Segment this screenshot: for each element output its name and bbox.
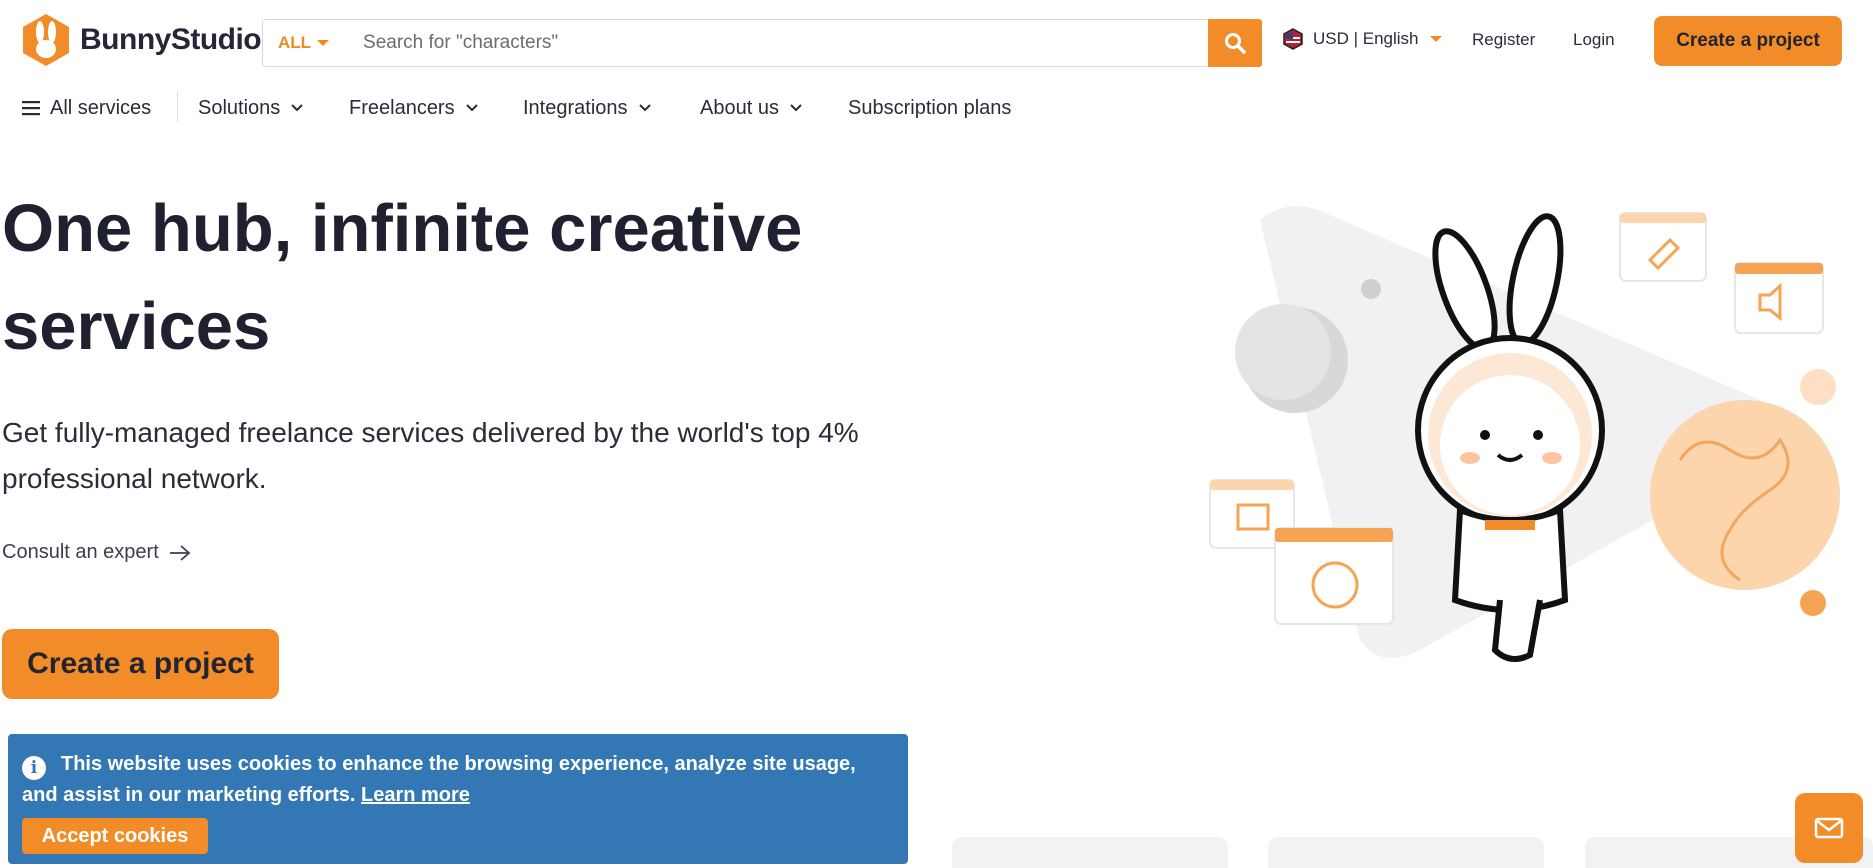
logo-text: BunnyStudio (80, 23, 262, 56)
consult-expert-label: Consult an expert (2, 541, 159, 563)
speaker-card (1734, 262, 1824, 334)
integrations-label: Integrations (523, 96, 628, 119)
learn-more-link[interactable]: Learn more (361, 784, 470, 806)
mail-icon (1814, 817, 1844, 839)
subscription-plans-link[interactable]: Subscription plans (848, 88, 1011, 128)
nav-divider (177, 92, 178, 122)
hero-title: One hub, infinite creative services (2, 191, 803, 364)
pen-card (1619, 212, 1707, 282)
subscription-plans-label: Subscription plans (848, 96, 1012, 119)
freelancers-label: Freelancers (349, 96, 455, 119)
register-link[interactable]: Register (1472, 30, 1535, 50)
search-scope-dropdown[interactable]: ALL (263, 20, 343, 66)
search-bar: ALL (262, 19, 1262, 67)
create-project-button-header[interactable]: Create a project (1654, 16, 1842, 66)
hamburger-icon (22, 101, 40, 116)
hero-illustration-astronaut-bunny (1209, 206, 1840, 662)
cookie-message: i This website uses cookies to enhance th… (22, 749, 894, 811)
all-services-label: All services (50, 96, 152, 119)
create-project-button-hero[interactable]: Create a project (2, 629, 279, 699)
site-header: BunnyStudio ALL USD | English Register L… (0, 0, 1873, 82)
palette-card (1274, 527, 1394, 625)
service-card[interactable] (952, 837, 1228, 868)
login-link[interactable]: Login (1573, 30, 1615, 50)
integrations-menu[interactable]: Integrations (523, 88, 652, 128)
caret-down-icon (1429, 36, 1442, 42)
contact-button[interactable] (1795, 793, 1863, 863)
chevron-down-icon (465, 104, 478, 112)
solutions-label: Solutions (198, 96, 281, 119)
search-button[interactable] (1208, 19, 1262, 67)
logo[interactable]: BunnyStudio (20, 12, 262, 68)
all-services-menu[interactable]: All services (22, 88, 151, 128)
category-nav: All services Solutions Freelancers Integ… (0, 88, 1100, 128)
solutions-menu[interactable]: Solutions (198, 88, 304, 128)
service-card[interactable] (1268, 837, 1544, 868)
chevron-down-icon (790, 104, 802, 112)
currency-language-selector[interactable]: USD | English (1282, 28, 1442, 50)
freelancers-menu[interactable]: Freelancers (349, 88, 479, 128)
search-scope-label: ALL (278, 33, 312, 52)
us-flag-icon (1283, 28, 1303, 50)
search-icon (1225, 33, 1246, 54)
hero-subtitle: Get fully-managed freelance services del… (2, 417, 859, 494)
cookie-banner: i This website uses cookies to enhance th… (8, 734, 908, 864)
chevron-down-icon (291, 104, 303, 112)
search-input[interactable] (343, 20, 1208, 66)
logo-bunny-icon (23, 14, 69, 66)
info-icon: i (22, 756, 46, 780)
chevron-down-icon (638, 104, 651, 112)
arrow-right-icon (169, 544, 191, 561)
about-us-menu[interactable]: About us (700, 88, 803, 128)
caret-down-icon (317, 40, 330, 46)
consult-expert-link[interactable]: Consult an expert (2, 541, 191, 564)
currency-language-label: USD | English (1313, 29, 1419, 48)
accept-cookies-button[interactable]: Accept cookies (22, 818, 208, 854)
about-us-label: About us (700, 96, 779, 119)
